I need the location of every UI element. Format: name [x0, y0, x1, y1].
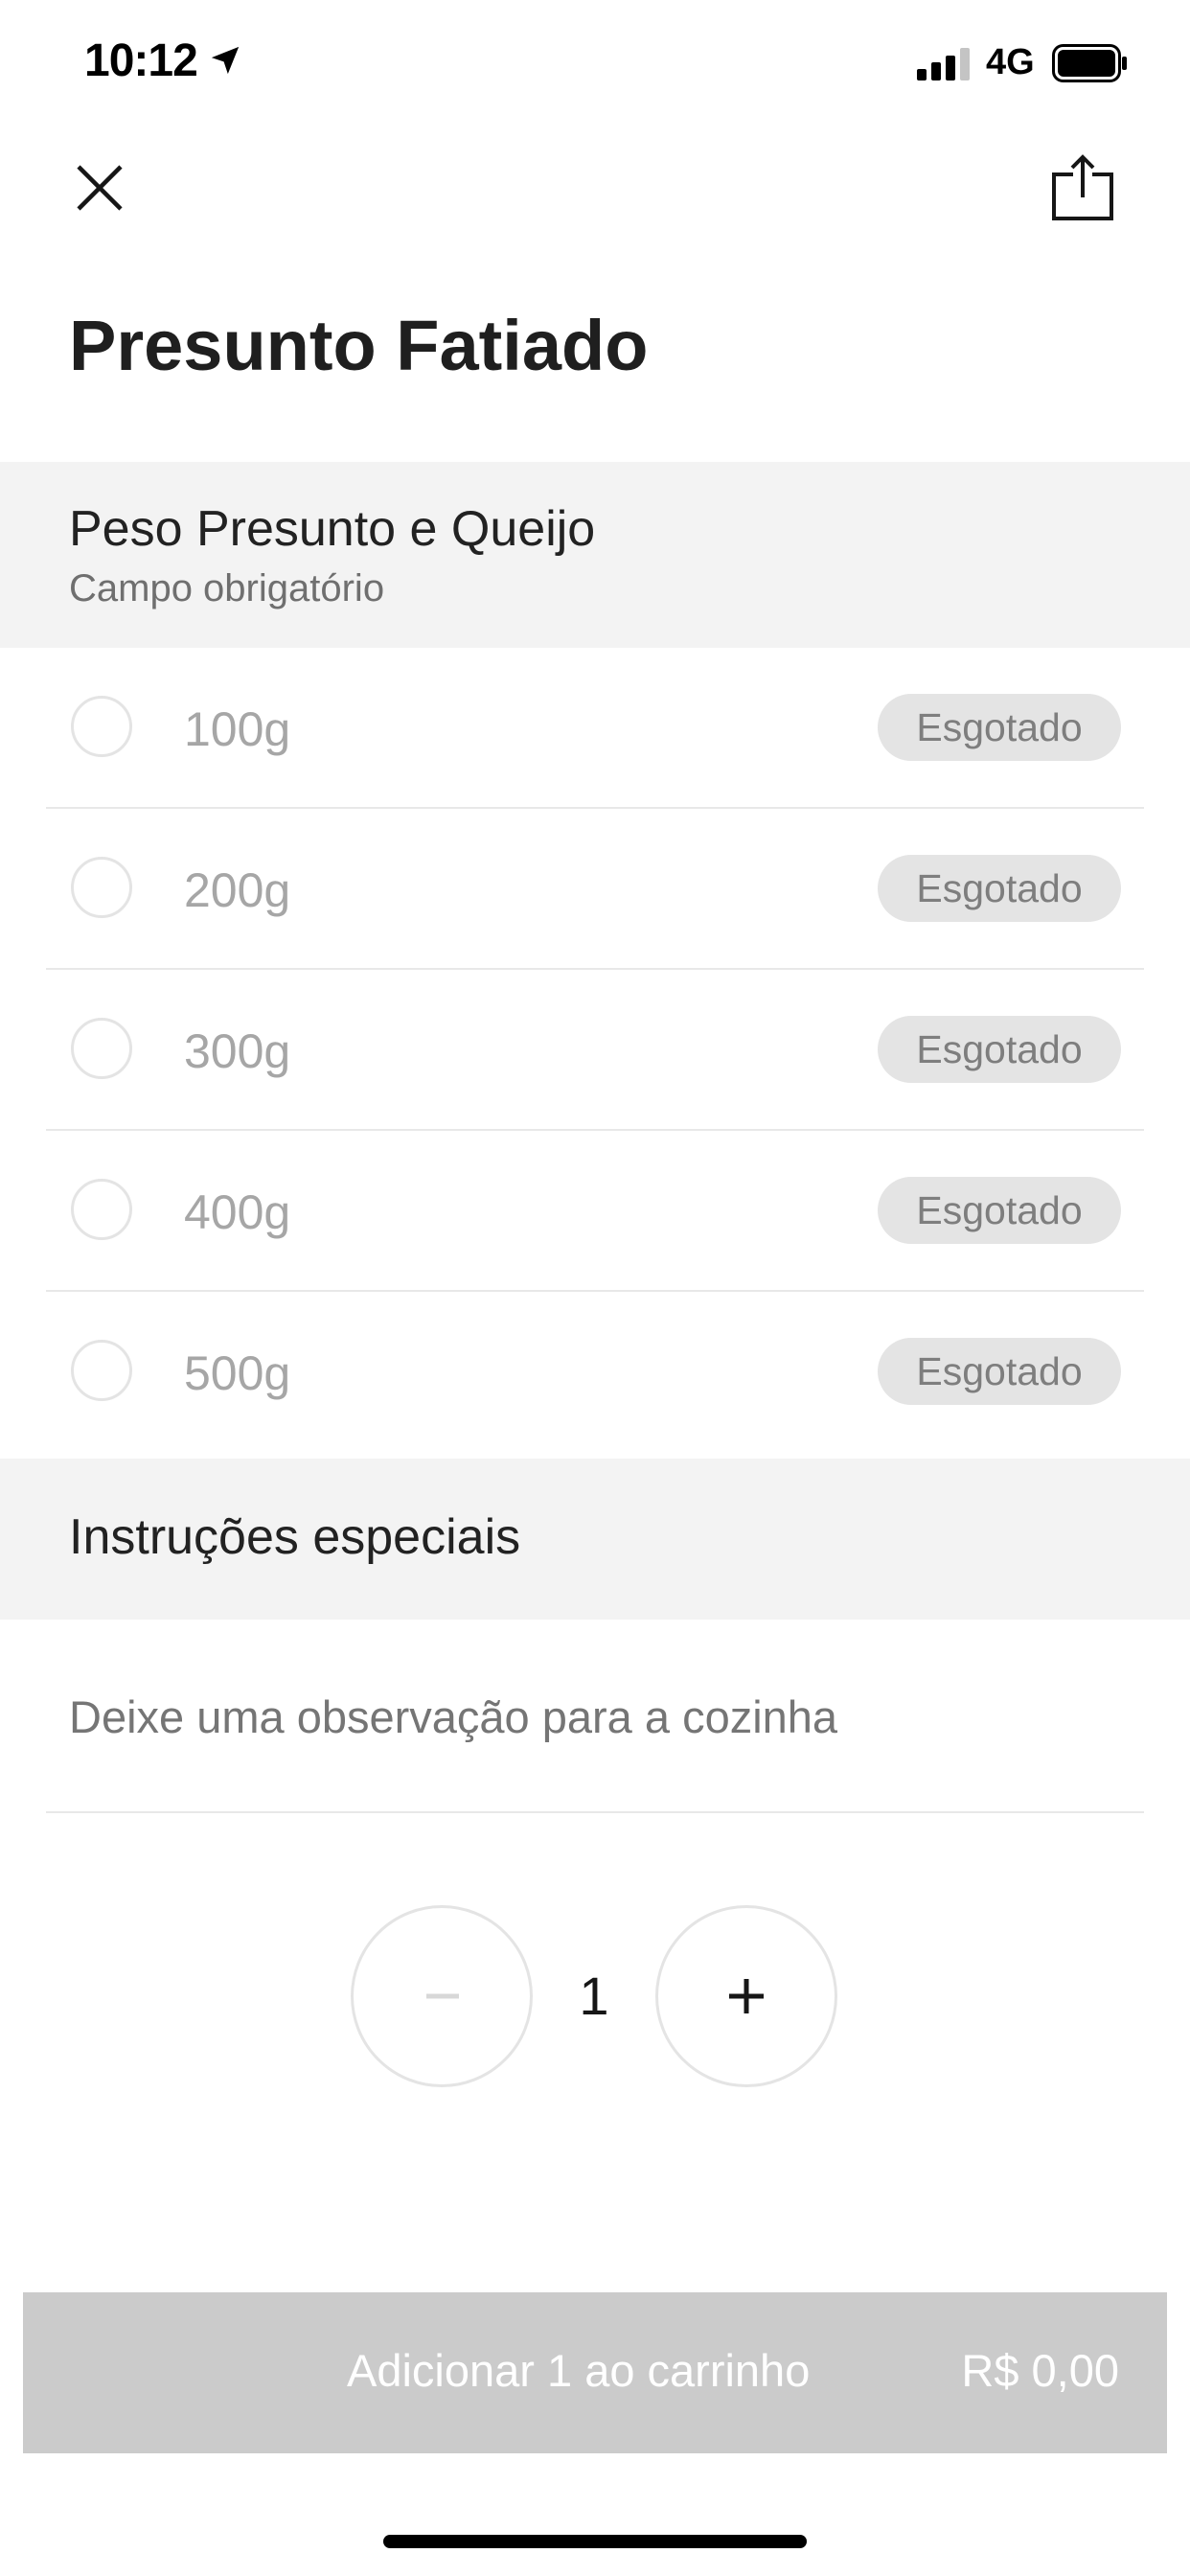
network-type: 4G — [986, 42, 1035, 82]
minus-icon — [426, 1993, 459, 1999]
decrease-quantity-button[interactable] — [351, 1905, 533, 2087]
weight-section-header: Peso Presunto e Queijo Campo obrigatório — [0, 462, 1190, 648]
option-label: 200g — [184, 863, 291, 917]
sold-out-badge: Esgotado — [878, 1338, 1121, 1405]
weight-section-title: Peso Presunto e Queijo — [69, 501, 596, 557]
home-indicator — [383, 2535, 807, 2548]
battery-icon — [1052, 44, 1127, 82]
sold-out-badge: Esgotado — [878, 694, 1121, 761]
option-label: 300g — [184, 1024, 291, 1078]
instructions-section-title: Instruções especiais — [69, 1509, 521, 1565]
divider — [46, 1811, 1144, 1813]
weight-option-300g[interactable]: 300g Esgotado — [46, 970, 1144, 1131]
option-label: 100g — [184, 702, 291, 756]
kitchen-notes-input[interactable] — [69, 1690, 1123, 1743]
status-time: 10:12 — [84, 35, 198, 86]
radio-button[interactable] — [71, 1179, 132, 1240]
sold-out-badge: Esgotado — [878, 855, 1121, 922]
required-field-label: Campo obrigatório — [69, 567, 385, 610]
sold-out-badge: Esgotado — [878, 1177, 1121, 1244]
option-label: 500g — [184, 1346, 291, 1400]
share-icon[interactable] — [1052, 153, 1113, 220]
cart-price: R$ 0,00 — [961, 2345, 1119, 2396]
add-to-cart-button[interactable]: Adicionar 1 ao carrinho R$ 0,00 — [23, 2292, 1167, 2453]
weight-option-200g[interactable]: 200g Esgotado — [46, 809, 1144, 970]
weight-option-100g[interactable]: 100g Esgotado — [46, 648, 1144, 809]
close-icon[interactable] — [69, 157, 130, 218]
page-title: Presunto Fatiado — [69, 306, 649, 385]
plus-icon — [729, 1979, 764, 2013]
weight-option-500g[interactable]: 500g Esgotado — [46, 1292, 1144, 1453]
sold-out-badge: Esgotado — [878, 1016, 1121, 1083]
radio-button[interactable] — [71, 857, 132, 918]
radio-button[interactable] — [71, 1018, 132, 1079]
quantity-value: 1 — [579, 1966, 609, 2026]
add-to-cart-label: Adicionar 1 ao carrinho — [347, 2345, 811, 2396]
signal-icon — [917, 48, 970, 80]
increase-quantity-button[interactable] — [655, 1905, 837, 2087]
weight-option-400g[interactable]: 400g Esgotado — [46, 1131, 1144, 1292]
location-arrow-icon — [211, 46, 240, 75]
instructions-section-header: Instruções especiais — [0, 1459, 1190, 1620]
radio-button[interactable] — [71, 696, 132, 757]
radio-button[interactable] — [71, 1340, 132, 1401]
option-label: 400g — [184, 1185, 291, 1239]
